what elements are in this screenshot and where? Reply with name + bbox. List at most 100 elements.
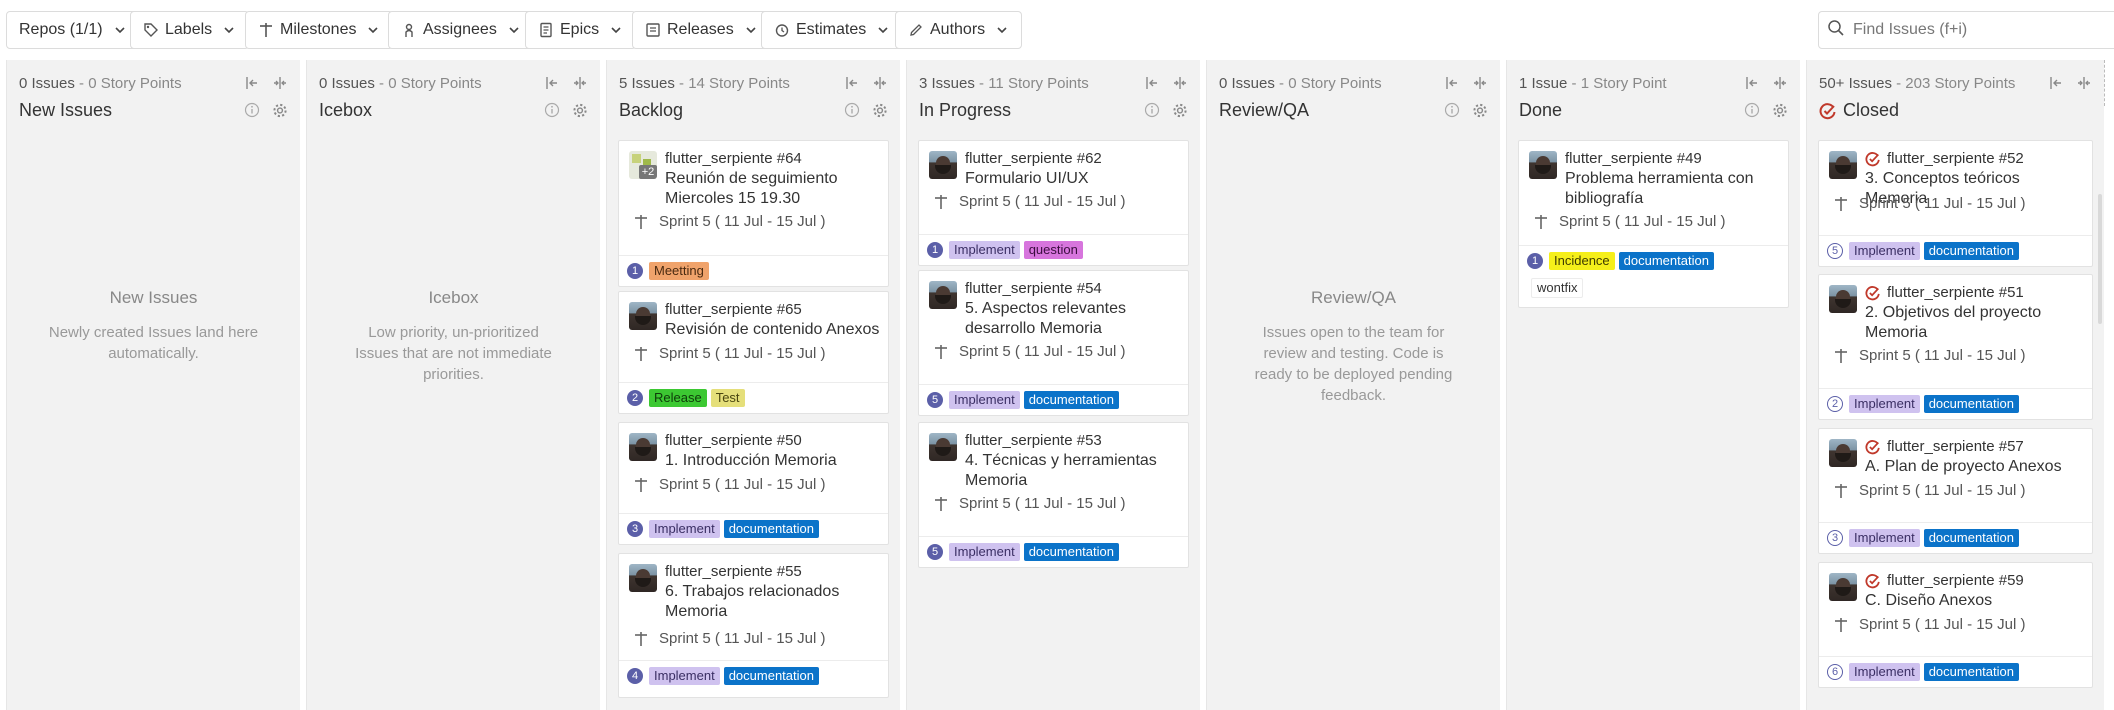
label-documentation[interactable]: documentation	[1618, 252, 1714, 270]
label-documentation[interactable]: documentation	[1923, 663, 2019, 681]
issue-card[interactable]: flutter_serpiente #62 Formulario UI/UX S…	[918, 140, 1189, 266]
estimate-badge: 1	[627, 263, 643, 279]
gear-icon[interactable]	[1172, 102, 1188, 118]
issue-title[interactable]: A. Plan de proyecto Anexos	[1865, 457, 2084, 477]
collapse-column-icon[interactable]	[272, 75, 288, 91]
issue-repo-number[interactable]: flutter_serpiente #64	[665, 150, 802, 167]
milestone-icon	[633, 346, 649, 362]
gear-icon[interactable]	[1772, 102, 1788, 118]
collapse-left-icon[interactable]	[544, 75, 560, 91]
issue-repo-number[interactable]: flutter_serpiente #62	[965, 150, 1102, 167]
label-wontfix[interactable]: wontfix	[1531, 278, 1584, 298]
authors-filter-button[interactable]: Authors	[895, 11, 1023, 49]
collapse-left-icon[interactable]	[1144, 75, 1160, 91]
milestone-label: Sprint 5 ( 11 Jul - 15 Jul )	[1859, 347, 2026, 364]
label-implement[interactable]: Implement	[1849, 529, 1920, 547]
collapse-left-icon[interactable]	[2048, 75, 2064, 91]
card-footer: 2 Release Test	[619, 382, 888, 413]
column-scrollbar[interactable]	[2098, 194, 2102, 324]
collapse-column-icon[interactable]	[1772, 75, 1788, 91]
label-implement[interactable]: Implement	[949, 543, 1020, 561]
label-documentation[interactable]: documentation	[1023, 543, 1119, 561]
issue-repo-number[interactable]: flutter_serpiente #55	[665, 563, 802, 580]
label-documentation[interactable]: documentation	[723, 667, 819, 685]
collapse-left-icon[interactable]	[844, 75, 860, 91]
issue-card[interactable]: flutter_serpiente #65 Revisión de conten…	[618, 291, 889, 414]
issue-repo-number[interactable]: flutter_serpiente #65	[665, 301, 802, 318]
issue-title[interactable]: 2. Objetivos del proyecto Memoria	[1865, 303, 2062, 343]
label-question[interactable]: question	[1023, 241, 1083, 259]
gear-icon[interactable]	[872, 102, 888, 118]
gear-icon[interactable]	[572, 102, 588, 118]
issue-repo-number[interactable]: flutter_serpiente #59	[1865, 572, 2024, 589]
label-documentation[interactable]: documentation	[1023, 391, 1119, 409]
epics-filter-button[interactable]: Epics	[525, 11, 637, 49]
issue-repo-number[interactable]: flutter_serpiente #51	[1865, 284, 2024, 301]
issue-title[interactable]: 5. Aspectos relevantes desarrollo Memori…	[965, 299, 1148, 339]
releases-filter-button[interactable]: Releases	[632, 11, 771, 49]
collapse-column-icon[interactable]	[572, 75, 588, 91]
issue-card[interactable]: flutter_serpiente #55 6. Trabajos relaci…	[618, 553, 889, 698]
label-documentation[interactable]: documentation	[1923, 529, 2019, 547]
issue-card[interactable]: flutter_serpiente #52 3. Conceptos teóri…	[1818, 140, 2093, 267]
issue-title[interactable]: Problema herramienta con bibliografía	[1565, 169, 1764, 209]
info-icon[interactable]	[1744, 102, 1760, 118]
label-implement[interactable]: Implement	[649, 667, 720, 685]
label-documentation[interactable]: documentation	[1923, 242, 2019, 260]
label-implement[interactable]: Implement	[1849, 395, 1920, 413]
labels-filter-button[interactable]: Labels	[130, 11, 250, 49]
label-documentation[interactable]: documentation	[1923, 395, 2019, 413]
info-icon[interactable]	[244, 102, 260, 118]
issue-title[interactable]: 6. Trabajos relacionados Memoria	[665, 582, 848, 622]
issue-title[interactable]: Revisión de contenido Anexos	[665, 320, 880, 340]
issue-title[interactable]: C. Diseño Anexos	[1865, 591, 2084, 611]
info-icon[interactable]	[1144, 102, 1160, 118]
label-incidence[interactable]: Incidence	[1549, 252, 1615, 270]
collapse-left-icon[interactable]	[1444, 75, 1460, 91]
label-meetting[interactable]: Meetting	[649, 262, 709, 280]
issue-title[interactable]: Formulario UI/UX	[965, 169, 1180, 189]
issue-card[interactable]: flutter_serpiente #59 C. Diseño Anexos S…	[1818, 562, 2093, 688]
estimates-filter-button[interactable]: Estimates	[761, 11, 904, 49]
issue-title[interactable]: Reunión de seguimiento Miercoles 15 19.3…	[665, 169, 880, 209]
label-test[interactable]: Test	[710, 389, 745, 407]
repos-filter-button[interactable]: Repos (1/1)	[6, 11, 140, 49]
label-implement[interactable]: Implement	[649, 520, 720, 538]
collapse-column-icon[interactable]	[1172, 75, 1188, 91]
issue-card[interactable]: flutter_serpiente #57 A. Plan de proyect…	[1818, 428, 2093, 554]
issue-repo-number[interactable]: flutter_serpiente #50	[665, 432, 802, 449]
issue-repo-number[interactable]: flutter_serpiente #54	[965, 280, 1102, 297]
collapse-left-icon[interactable]	[1744, 75, 1760, 91]
milestones-filter-button[interactable]: Milestones	[245, 11, 394, 49]
issue-repo-number[interactable]: flutter_serpiente #49	[1565, 150, 1702, 167]
collapse-column-icon[interactable]	[2076, 75, 2092, 91]
gear-icon[interactable]	[272, 102, 288, 118]
label-implement[interactable]: Implement	[1849, 663, 1920, 681]
issue-card[interactable]: flutter_serpiente #50 1. Introducción Me…	[618, 422, 889, 545]
issue-card[interactable]: flutter_serpiente #54 5. Aspectos releva…	[918, 270, 1189, 416]
collapse-left-icon[interactable]	[244, 75, 260, 91]
gear-icon[interactable]	[1472, 102, 1488, 118]
issue-title[interactable]: 4. Técnicas y herramientas Memoria	[965, 451, 1158, 491]
issue-repo-number[interactable]: flutter_serpiente #52	[1865, 150, 2024, 167]
issue-repo-number[interactable]: flutter_serpiente #53	[965, 432, 1102, 449]
column-in-progress: 3 Issues - 11 Story Points In Progress f…	[906, 60, 1200, 710]
search-input[interactable]	[1851, 20, 2114, 40]
collapse-column-icon[interactable]	[1472, 75, 1488, 91]
collapse-column-icon[interactable]	[872, 75, 888, 91]
issue-repo-number[interactable]: flutter_serpiente #57	[1865, 438, 2024, 455]
issue-title[interactable]: 1. Introducción Memoria	[665, 451, 880, 471]
label-implement[interactable]: Implement	[949, 241, 1020, 259]
info-icon[interactable]	[844, 102, 860, 118]
label-implement[interactable]: Implement	[949, 391, 1020, 409]
assignees-filter-button[interactable]: Assignees	[388, 11, 534, 49]
issue-card[interactable]: +2 flutter_serpiente #64 Reunión de segu…	[618, 140, 889, 287]
info-icon[interactable]	[1444, 102, 1460, 118]
issue-card[interactable]: flutter_serpiente #53 4. Técnicas y herr…	[918, 422, 1189, 568]
label-release[interactable]: Release	[649, 389, 707, 407]
label-implement[interactable]: Implement	[1849, 242, 1920, 260]
issue-card[interactable]: flutter_serpiente #51 2. Objetivos del p…	[1818, 274, 2093, 420]
info-icon[interactable]	[544, 102, 560, 118]
label-documentation[interactable]: documentation	[723, 520, 819, 538]
issue-card[interactable]: flutter_serpiente #49 Problema herramien…	[1518, 140, 1789, 308]
